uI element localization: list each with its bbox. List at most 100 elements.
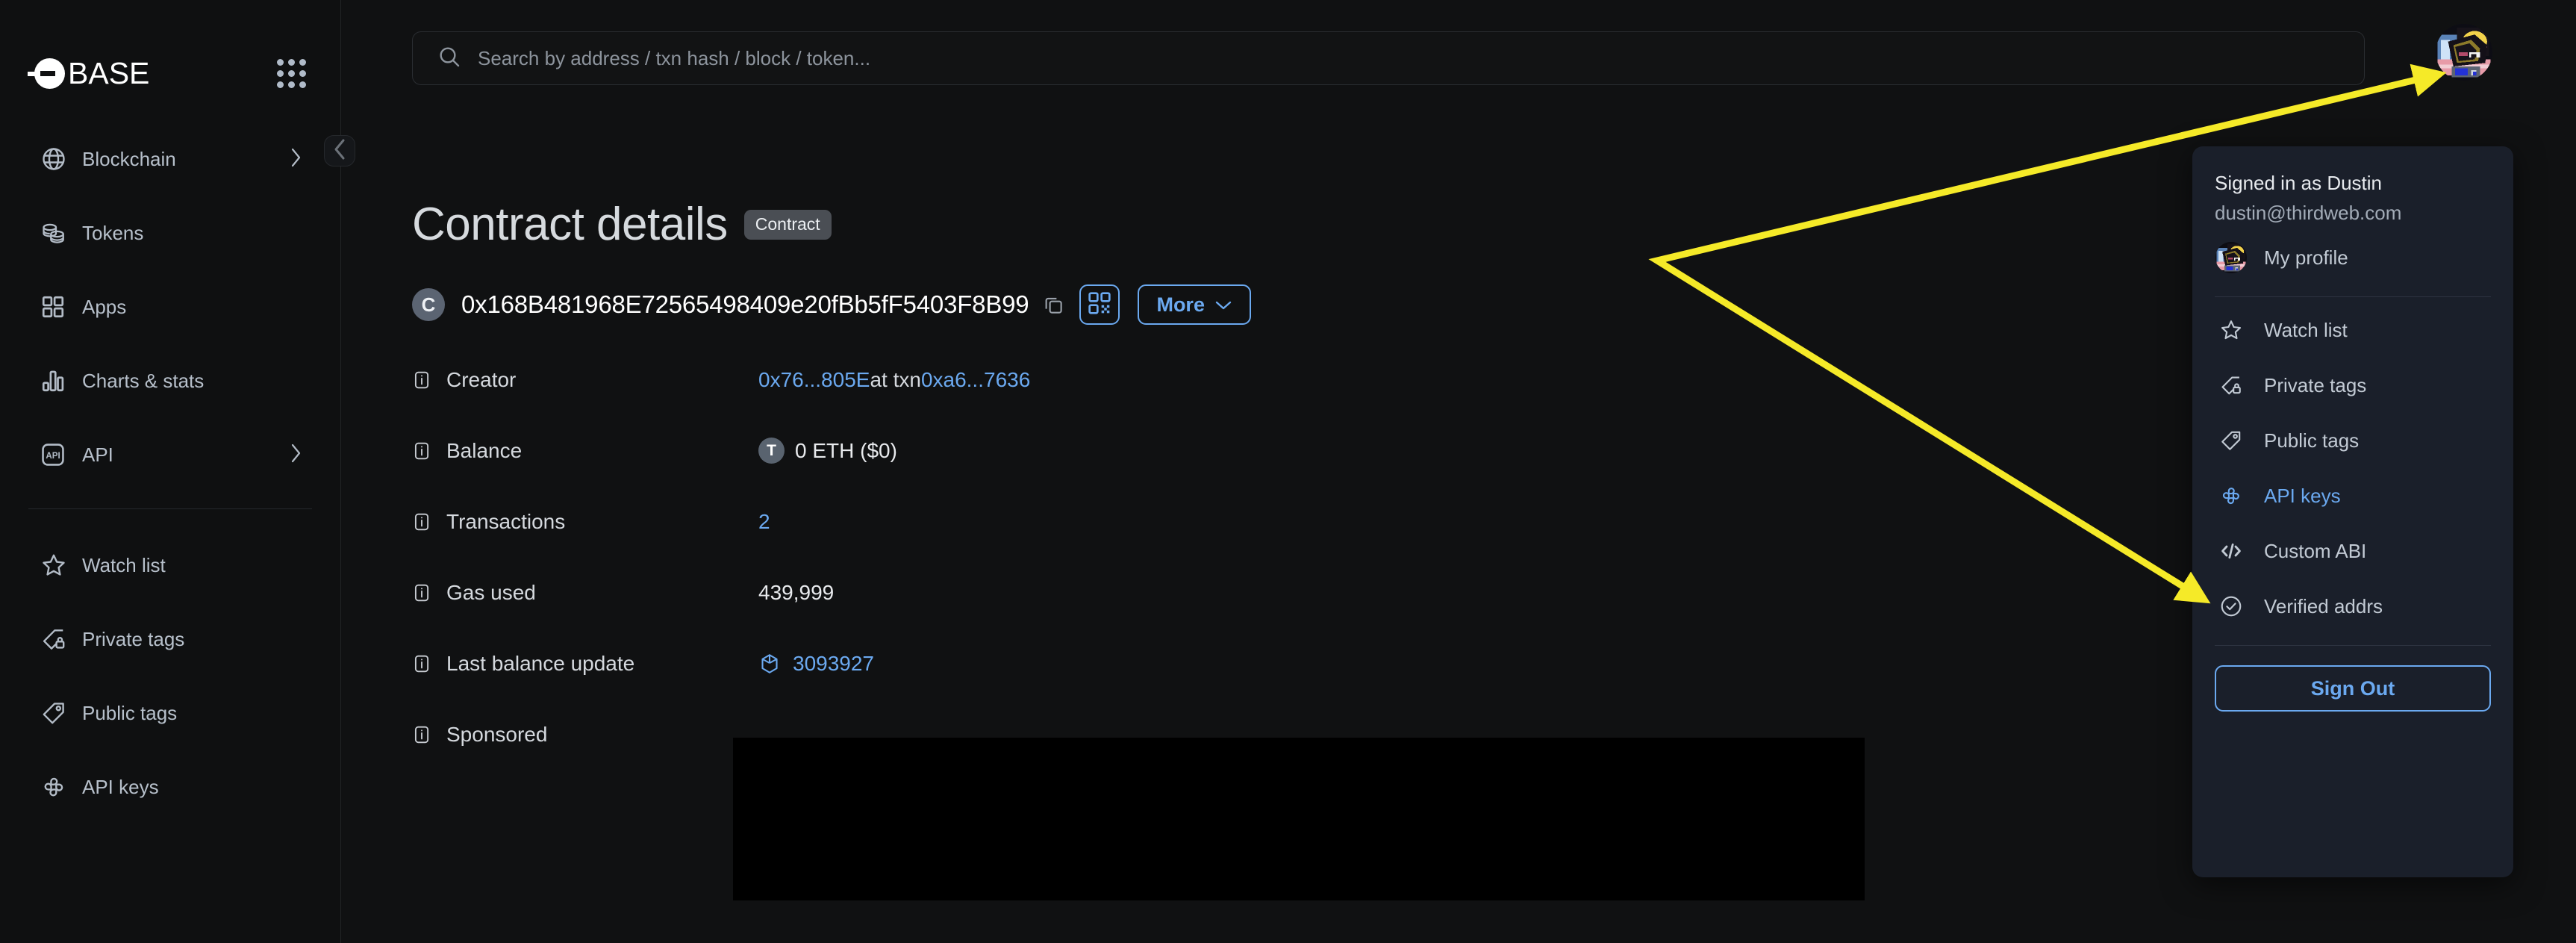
detail-label: Sponsored: [446, 722, 548, 746]
creator-address-link[interactable]: 0x76...805E: [758, 368, 870, 392]
menu-item-my-profile[interactable]: My profile: [2215, 235, 2491, 280]
chevron-right-icon: [290, 443, 303, 467]
check-circle-icon: [2215, 594, 2248, 618]
sidebar-collapse-button[interactable]: [324, 135, 355, 166]
brand-logo[interactable]: BASE: [28, 56, 150, 90]
grid-squares-icon: [40, 294, 73, 320]
copy-icon[interactable]: [1042, 293, 1064, 316]
menu-divider-bottom: [2215, 645, 2491, 646]
info-icon[interactable]: [412, 370, 434, 390]
more-button-label: More: [1156, 293, 1205, 316]
sidebar: BASE Blockchain Tokens Apps Charts & sta…: [0, 0, 355, 943]
menu-divider: [2215, 296, 2491, 297]
sidebar-item-api[interactable]: API API: [28, 435, 312, 475]
info-icon[interactable]: [412, 583, 434, 603]
menu-item-label: Private tags: [2264, 373, 2367, 396]
sidebar-item-label: Charts & stats: [82, 369, 205, 392]
detail-label: Balance: [446, 438, 523, 462]
detail-label: Last balance update: [446, 651, 635, 675]
more-button[interactable]: More: [1138, 284, 1251, 325]
contract-address: 0x168B481968E72565498409e20fBb5fF5403F8B…: [461, 290, 1029, 318]
star-icon: [2215, 318, 2248, 342]
last-balance-block-link[interactable]: 3093927: [793, 652, 874, 676]
chevron-down-icon: [1214, 293, 1232, 317]
menu-item-label: Watch list: [2264, 318, 2348, 341]
sidebar-item-blockchain[interactable]: Blockchain: [28, 139, 312, 179]
detail-label: Creator: [446, 367, 517, 391]
chevron-right-icon: [290, 147, 303, 172]
contract-avatar: C: [412, 288, 445, 321]
svg-text:API: API: [46, 451, 60, 461]
sidebar-nav-secondary: Watch list Private tags Public tags API …: [0, 545, 340, 807]
menu-item-public-tags[interactable]: Public tags: [2215, 418, 2491, 463]
bar-chart-icon: [40, 368, 73, 393]
menu-item-label: Public tags: [2264, 429, 2360, 452]
sidebar-item-label: API: [82, 443, 113, 466]
sidebar-item-api-keys[interactable]: API keys: [28, 767, 312, 807]
transactions-count-link[interactable]: 2: [758, 510, 770, 534]
sidebar-item-label: Blockchain: [82, 147, 176, 170]
sidebar-nav-primary: Blockchain Tokens Apps Charts & stats AP…: [0, 139, 340, 475]
tag-icon: [40, 700, 73, 726]
base-logo-icon: [28, 58, 65, 89]
star-icon: [40, 552, 73, 579]
qr-code-button[interactable]: [1079, 284, 1120, 325]
api-keys-icon: [2215, 484, 2248, 508]
code-brackets-icon: [2215, 539, 2248, 563]
sidebar-item-apps[interactable]: Apps: [28, 287, 312, 327]
tag-icon: [2215, 429, 2248, 452]
qr-code-icon: [1088, 291, 1111, 319]
menu-item-label: My profile: [2264, 246, 2348, 269]
detail-label: Gas used: [446, 580, 536, 604]
brand-name: BASE: [68, 56, 150, 90]
detail-value: 3093927: [758, 652, 874, 676]
sponsored-ad-redaction-block: [733, 738, 1865, 900]
status-badge: Contract: [743, 209, 832, 240]
detail-value: 0x76...805E at txn 0xa6...7636: [758, 368, 1030, 392]
tag-lock-icon: [2215, 373, 2248, 397]
app-root: BASE Blockchain Tokens Apps Charts & sta…: [0, 0, 2576, 943]
sidebar-item-label: Apps: [82, 295, 127, 318]
sidebar-item-tokens[interactable]: Tokens: [28, 213, 312, 253]
info-icon[interactable]: [412, 725, 434, 744]
detail-value: 439,999: [758, 580, 835, 604]
coins-icon: [40, 220, 73, 246]
block-cube-icon: [758, 653, 781, 675]
detail-label: Transactions: [446, 509, 566, 533]
menu-item-verified-addrs[interactable]: Verified addrs: [2215, 584, 2491, 629]
globe-icon: [40, 146, 73, 172]
sidebar-item-public-tags[interactable]: Public tags: [28, 693, 312, 733]
menu-item-watch-list[interactable]: Watch list: [2215, 308, 2491, 352]
sidebar-item-charts-and-stats[interactable]: Charts & stats: [28, 361, 312, 401]
detail-value: T 0 ETH ($0): [758, 438, 897, 464]
info-icon[interactable]: [412, 512, 434, 532]
menu-item-custom-abi[interactable]: Custom ABI: [2215, 529, 2491, 573]
menu-item-api-keys[interactable]: API keys: [2215, 473, 2491, 518]
menu-item-private-tags[interactable]: Private tags: [2215, 363, 2491, 408]
user-dropdown-menu: Signed in as Dustin dustin@thirdweb.com: [2192, 146, 2513, 877]
detail-value: 2: [758, 510, 770, 534]
creator-txn-link[interactable]: 0xa6...7636: [921, 368, 1030, 392]
info-icon[interactable]: [412, 654, 434, 673]
menu-item-label: Custom ABI: [2264, 539, 2367, 562]
page-title: Contract details: [412, 199, 728, 250]
user-email: dustin@thirdweb.com: [2215, 202, 2402, 224]
balance-value: 0 ETH ($0): [795, 438, 897, 462]
user-avatar: [2215, 242, 2248, 273]
sidebar-header: BASE: [0, 0, 340, 89]
tag-lock-icon: [40, 626, 73, 653]
sign-out-button[interactable]: Sign Out: [2215, 665, 2491, 712]
menu-item-label: API keys: [2264, 484, 2341, 507]
signed-in-as-text: Signed in as Dustin: [2215, 172, 2383, 194]
sidebar-item-label: Private tags: [82, 627, 185, 650]
sidebar-item-label: API keys: [82, 775, 159, 798]
menu-item-label: Verified addrs: [2264, 594, 2383, 617]
chevron-left-icon: [332, 138, 347, 164]
info-icon[interactable]: [412, 441, 434, 461]
sidebar-item-label: Watch list: [82, 553, 166, 576]
sidebar-item-label: Tokens: [82, 221, 144, 244]
sidebar-item-watch-list[interactable]: Watch list: [28, 545, 312, 585]
apps-grid-icon[interactable]: [277, 59, 306, 88]
sidebar-item-private-tags[interactable]: Private tags: [28, 619, 312, 659]
api-keys-icon: [40, 774, 73, 800]
